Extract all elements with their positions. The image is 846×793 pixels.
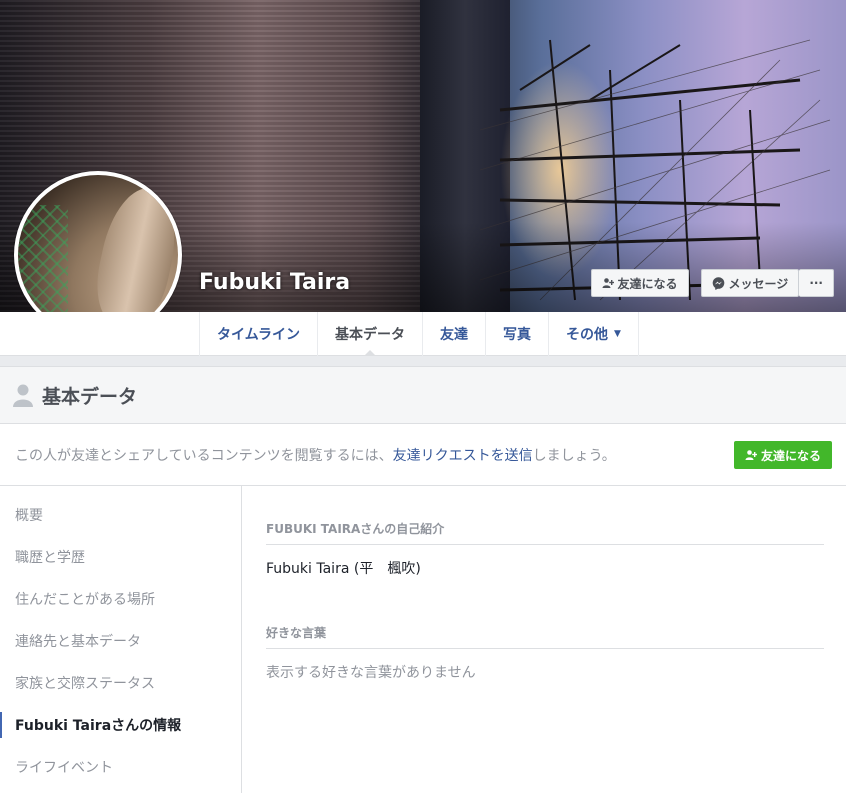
tab-photos-label: 写真 bbox=[503, 327, 532, 343]
nav-overview[interactable]: 概要 bbox=[0, 494, 241, 536]
tab-friends-label: 友達 bbox=[440, 327, 469, 343]
about-left-nav: 概要 職歴と学歴 住んだことがある場所 連絡先と基本データ 家族と交際ステータス… bbox=[0, 486, 242, 793]
more-options-button[interactable]: ··· bbox=[799, 269, 834, 297]
tab-more-label: その他 bbox=[566, 327, 609, 343]
profile-tabs-bar: タイムライン 基本データ 友達 写真 その他 ▼ bbox=[0, 312, 846, 357]
notice-suffix: しましょう。 bbox=[532, 447, 616, 464]
favorite-quotes-text: 表示する好きな言葉がありません bbox=[266, 665, 476, 681]
add-friend-green-button[interactable]: 友達になる bbox=[733, 441, 832, 469]
nav-places-lived[interactable]: 住んだことがある場所 bbox=[0, 578, 241, 620]
avatar-image bbox=[18, 175, 178, 335]
friend-request-notice: この人が友達とシェアしているコンテンツを閲覧するには、 友達リクエストを送信 しまし… bbox=[0, 424, 846, 486]
message-group: メッセージ ··· bbox=[700, 269, 834, 297]
send-friend-request-link[interactable]: 友達リクエストを送信 bbox=[393, 445, 533, 465]
more-dots-icon: ··· bbox=[809, 276, 823, 290]
add-friend-icon bbox=[745, 449, 757, 461]
add-friend-green-label: 友達になる bbox=[760, 448, 821, 463]
caret-down-icon: ▼ bbox=[614, 329, 621, 339]
add-friend-icon bbox=[602, 277, 614, 289]
nav-life-events[interactable]: ライフイベント bbox=[0, 746, 241, 788]
message-button[interactable]: メッセージ bbox=[700, 269, 800, 297]
about-content: FUBUKI TAIRAさんの自己紹介 Fubuki Taira (平 楓吹) … bbox=[266, 486, 824, 682]
section-header: 基本データ bbox=[0, 366, 846, 424]
person-icon bbox=[12, 383, 34, 407]
favorite-quotes-heading: 好きな言葉 bbox=[266, 624, 824, 649]
nav-family-relationships[interactable]: 家族と交際ステータス bbox=[0, 662, 241, 704]
profile-tabs: タイムライン 基本データ 友達 写真 その他 ▼ bbox=[199, 312, 639, 357]
section-gap bbox=[0, 356, 846, 366]
section-title: 基本データ bbox=[42, 385, 138, 408]
avatar-net bbox=[18, 205, 68, 325]
nav-work-education[interactable]: 職歴と学歴 bbox=[0, 536, 241, 578]
tab-timeline-label: タイムライン bbox=[217, 327, 301, 343]
messenger-icon bbox=[712, 276, 725, 290]
cover-actions: 友達になる メッセージ ··· bbox=[590, 269, 834, 297]
tab-about[interactable]: 基本データ bbox=[318, 312, 424, 357]
nav-details-about[interactable]: Fubuki Tairaさんの情報 bbox=[0, 704, 241, 746]
tab-more[interactable]: その他 ▼ bbox=[549, 312, 639, 356]
nav-contact-basic[interactable]: 連絡先と基本データ bbox=[0, 620, 241, 662]
message-label: メッセージ bbox=[728, 276, 789, 291]
tab-timeline[interactable]: タイムライン bbox=[200, 312, 319, 356]
profile-name[interactable]: Fubuki Taira bbox=[199, 270, 350, 295]
tab-about-label: 基本データ bbox=[335, 327, 406, 343]
tab-friends[interactable]: 友達 bbox=[423, 312, 487, 356]
add-friend-label: 友達になる bbox=[617, 276, 678, 291]
tab-photos[interactable]: 写真 bbox=[486, 312, 550, 356]
add-friend-button[interactable]: 友達になる bbox=[590, 269, 689, 297]
notice-prefix: この人が友達とシェアしているコンテンツを閲覧するには、 bbox=[15, 447, 393, 464]
about-text: Fubuki Taira (平 楓吹) bbox=[266, 561, 421, 577]
about-heading: FUBUKI TAIRAさんの自己紹介 bbox=[266, 520, 824, 545]
